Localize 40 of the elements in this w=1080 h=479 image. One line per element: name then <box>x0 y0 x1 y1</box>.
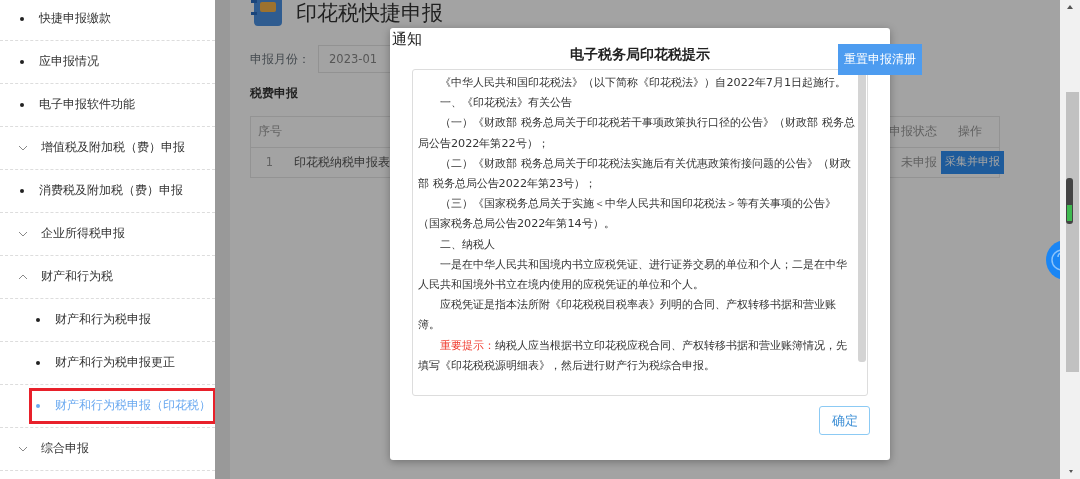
notice-paragraph: 二、纳税人 <box>439 236 497 253</box>
table-cell-text: 未申报 <box>900 153 938 171</box>
notice-paragraph: （二）《财政部 税务总局关于印花税法实施后有关优惠政策衔接问题的公告》（财政部 税务总局公告2022年第23号）； <box>418 155 852 192</box>
column-header: 操作 <box>957 123 983 141</box>
menu-item[interactable]: 综合申报 <box>41 440 89 458</box>
bullet-icon <box>36 318 40 322</box>
bullet-icon <box>20 60 24 64</box>
bullet-icon <box>20 17 24 21</box>
bullet-icon <box>36 404 40 408</box>
notice-paragraph: 《中华人民共和国印花税法》（以下简称《印花税法》）自2022年7月1日起施行。 <box>439 75 848 91</box>
notice-paragraph: （一）《财政部 税务总局关于印花税若干事项政策执行口径的公告》（财政部 税务总局公告2022年第22号）； <box>418 115 855 152</box>
menu-item[interactable]: 快捷申报缴款 <box>39 10 111 28</box>
menu-item[interactable]: 应申报情况 <box>39 53 99 71</box>
notice-paragraph: （三）《国家税务总局关于实施＜中华人民共和国印花税法＞等有关事项的公告》（国家税务总局公告2022年第14号）。 <box>418 196 838 233</box>
menu-item[interactable]: 企业所得税申报 <box>41 225 125 243</box>
menu-item[interactable]: 财产和行为税申报 <box>55 311 151 329</box>
dialog-heading: 电子税务局印花税提示 <box>570 45 710 64</box>
table-cell-text: 印花税纳税申报表 <box>294 153 390 171</box>
bullet-icon <box>20 189 24 193</box>
notice-paragraph: 一是在中华人民共和国境内书立应税凭证、进行证券交易的单位和个人；二是在中华人民共和国境外书立在境内使用的应税凭证的单位和个人。 <box>418 256 849 294</box>
menu-item[interactable]: 消费税及附加税（费）申报 <box>39 182 183 200</box>
notice-paragraph: 一、《印花税法》有关公告 <box>439 95 574 112</box>
ok-button[interactable]: 确定 <box>819 406 870 435</box>
notice-paragraph: 重要提示：纳税人应当根据书立印花税应税合同、产权转移书据和营业账簿情况，先填写《印花税税源明细表》，然后进行财产行为税综合申报。 <box>418 337 849 374</box>
page-title: 印花税快捷申报 <box>296 0 443 27</box>
table-cell-text: 1 <box>264 153 275 171</box>
section-title: 税费申报 <box>250 84 298 102</box>
menu-item[interactable]: 财产和行为税 <box>41 268 113 286</box>
column-header: 申报状态 <box>888 123 938 141</box>
menu-item[interactable]: 增值税及附加税（费）申报 <box>41 139 185 157</box>
month-label: 申报月份： <box>250 50 310 68</box>
dialog-title: 通知 <box>391 30 423 48</box>
notice-paragraph: 应税凭证是指本法所附《印花税税目税率表》列明的合同、产权转移书据和营业账簿。 <box>418 297 838 334</box>
bullet-icon <box>20 103 24 107</box>
column-header: 序号 <box>256 123 283 141</box>
menu-item[interactable]: 电子申报软件功能 <box>39 96 135 114</box>
bullet-icon <box>36 361 40 365</box>
menu-item[interactable]: 财产和行为税申报更正 <box>55 354 175 372</box>
scrollbar[interactable] <box>858 72 866 362</box>
help-icon[interactable] <box>1046 240 1060 280</box>
